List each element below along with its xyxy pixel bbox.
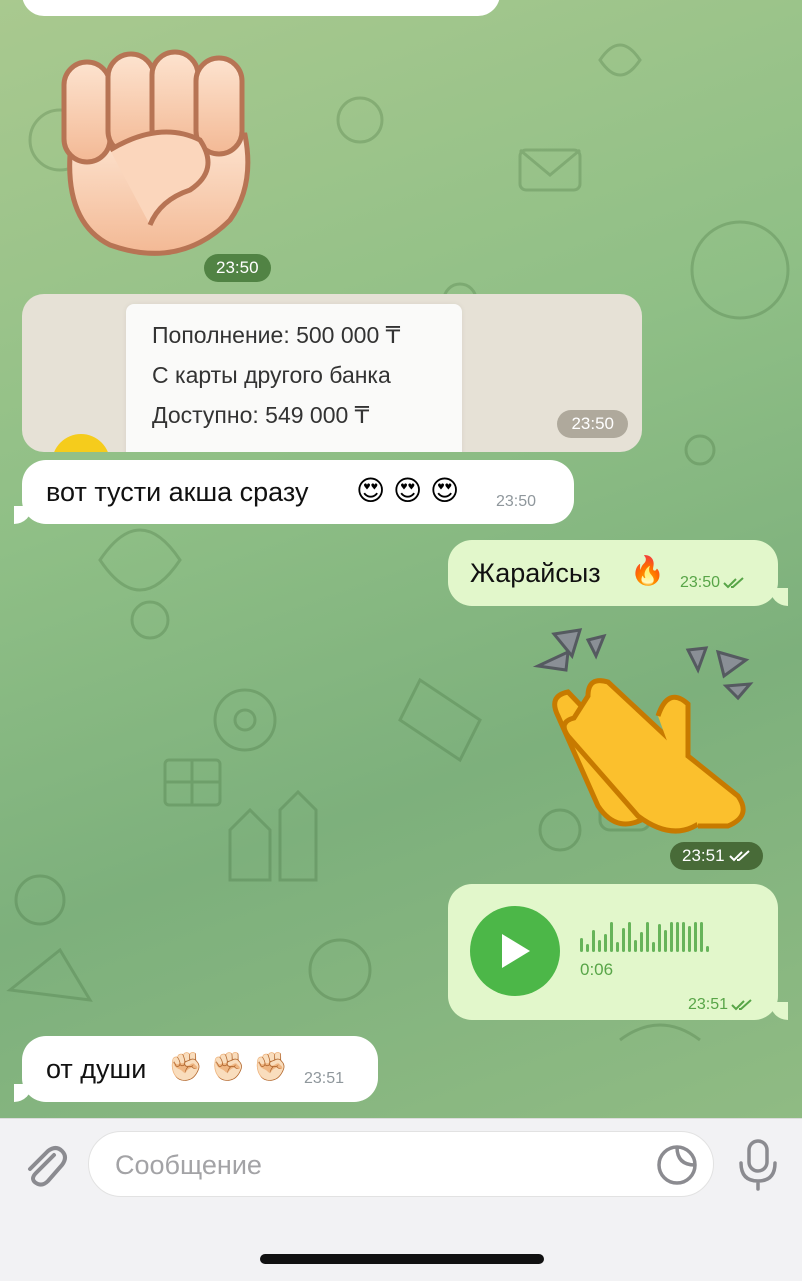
incoming-message[interactable]: от души ✊🏻 ✊🏻 ✊🏻 23:51	[22, 1036, 378, 1102]
message-time: 23:51	[688, 996, 729, 1013]
previous-message-fragment	[22, 0, 500, 16]
chat-area[interactable]: 23:50 Пополнение: 500 000 ₸ С карты друг…	[0, 0, 802, 1118]
message-time: 23:51	[682, 846, 725, 865]
message-text: Жарайсыз	[470, 558, 601, 588]
photo-message[interactable]: Пополнение: 500 000 ₸ С карты другого ба…	[22, 294, 642, 452]
outgoing-message[interactable]: Жарайсыз 🔥 23:50	[448, 540, 778, 606]
message-time: 23:50	[204, 254, 271, 282]
bubble-tail	[770, 588, 788, 606]
bank-logo-icon	[52, 434, 110, 452]
receipt-line: Доступно: 549 000 ₸	[152, 402, 370, 428]
receipt-card: Пополнение: 500 000 ₸ С карты другого ба…	[126, 304, 462, 452]
fire-emoji-icon: 🔥	[630, 555, 665, 586]
message-time: 23:50	[496, 493, 537, 510]
message-time-status: 23:51	[688, 996, 753, 1014]
fist-sticker[interactable]	[50, 40, 260, 260]
voice-duration: 0:06	[580, 960, 614, 979]
voice-waveform[interactable]	[580, 916, 709, 952]
message-time-status: 23:50	[680, 574, 745, 592]
bubble-tail	[14, 1084, 32, 1102]
message-text: от души	[46, 1054, 147, 1084]
double-check-icon	[728, 850, 750, 862]
sticker-icon[interactable]	[655, 1143, 699, 1187]
message-input-container[interactable]	[88, 1131, 714, 1198]
play-button[interactable]	[470, 906, 560, 996]
bubble-tail	[14, 506, 32, 524]
fist-emoji-icon: ✊🏻 ✊🏻 ✊🏻	[168, 1051, 289, 1082]
microphone-icon[interactable]	[736, 1137, 780, 1193]
heart-eyes-emoji-icon: 😍 😍 😍	[356, 475, 460, 506]
message-time: 23:50	[680, 574, 721, 591]
message-text: вот тусти акша сразу	[46, 477, 309, 507]
paperclip-icon[interactable]	[20, 1141, 68, 1189]
message-time-status: 23:51	[670, 842, 763, 870]
receipt-line: С карты другого банка	[152, 362, 391, 388]
bubble-tail	[770, 1002, 788, 1020]
message-time: 23:50	[557, 410, 628, 438]
receipt-line: Пополнение: 500 000 ₸	[152, 322, 401, 348]
home-indicator	[260, 1254, 544, 1264]
raised-fist-icon	[61, 49, 251, 256]
double-check-icon	[731, 999, 752, 1011]
message-time: 23:51	[304, 1070, 345, 1087]
clapping-hands-sticker[interactable]	[528, 626, 758, 846]
play-icon	[502, 934, 530, 968]
voice-message[interactable]: 0:06 23:51	[448, 884, 778, 1020]
incoming-message[interactable]: вот тусти акша сразу 😍 😍 😍 23:50	[22, 460, 574, 524]
message-input[interactable]	[113, 1132, 657, 1198]
double-check-icon	[723, 577, 744, 589]
clapping-hands-icon	[532, 628, 754, 834]
